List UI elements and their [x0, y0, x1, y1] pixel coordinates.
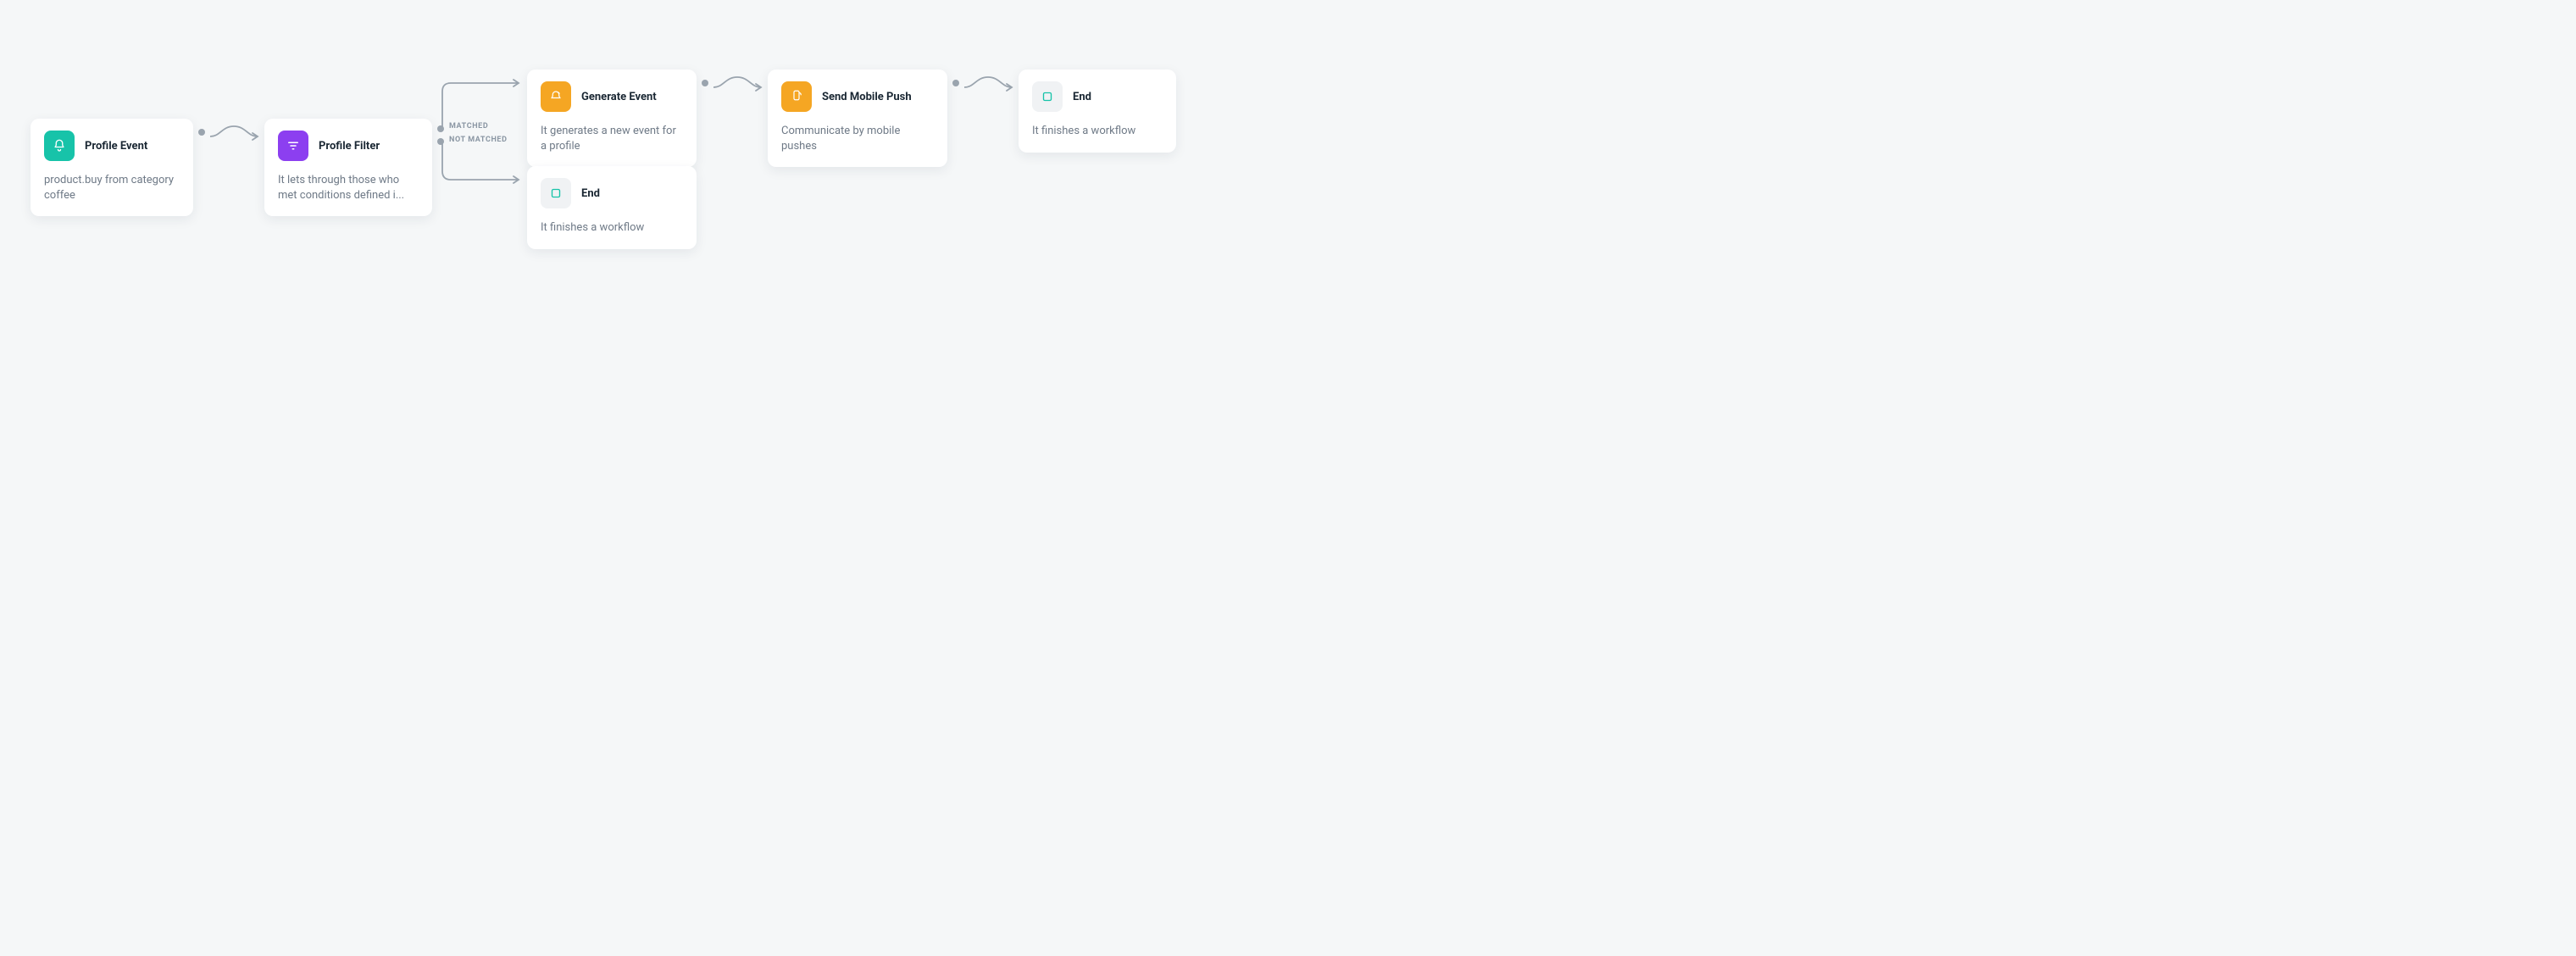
node-generate-event[interactable]: Generate Event It generates a new event … [527, 69, 697, 167]
connector [964, 75, 1012, 93]
branch-label-not-matched: NOT MATCHED [449, 136, 508, 144]
connector-dot[interactable] [952, 80, 959, 86]
connector-dot[interactable] [437, 125, 444, 132]
node-title: End [1073, 91, 1091, 103]
branch-label-matched: MATCHED [449, 122, 488, 131]
node-desc: It finishes a workflow [1032, 124, 1163, 139]
end-icon [541, 178, 571, 208]
node-title: Generate Event [581, 91, 657, 103]
node-profile-event[interactable]: Profile Event product.buy from category … [31, 119, 193, 216]
connector-dot[interactable] [437, 138, 444, 145]
node-end-bottom[interactable]: End It finishes a workflow [527, 166, 697, 249]
node-desc: Communicate by mobile pushes [781, 124, 934, 153]
node-desc: It finishes a workflow [541, 220, 683, 236]
connector [210, 124, 258, 142]
connector [713, 75, 761, 93]
connector-dot[interactable] [198, 129, 205, 136]
generate-event-icon [541, 81, 571, 112]
workflow-canvas[interactable]: Profile Event product.buy from category … [0, 0, 1288, 478]
node-title: Profile Event [85, 140, 147, 153]
mobile-push-icon [781, 81, 812, 112]
node-desc: It lets through those who met conditions… [278, 173, 419, 203]
end-icon [1032, 81, 1063, 112]
bell-icon [44, 131, 75, 161]
node-desc: It generates a new event for a profile [541, 124, 683, 153]
connector [442, 142, 524, 181]
filter-icon [278, 131, 308, 161]
node-title: End [581, 187, 600, 200]
node-title: Profile Filter [319, 140, 380, 153]
node-desc: product.buy from category coffee [44, 173, 180, 203]
node-title: Send Mobile Push [822, 91, 912, 103]
node-send-mobile-push[interactable]: Send Mobile Push Communicate by mobile p… [768, 69, 947, 167]
node-profile-filter[interactable]: Profile Filter It lets through those who… [264, 119, 432, 216]
node-end-top[interactable]: End It finishes a workflow [1019, 69, 1176, 153]
connector-dot[interactable] [702, 80, 708, 86]
